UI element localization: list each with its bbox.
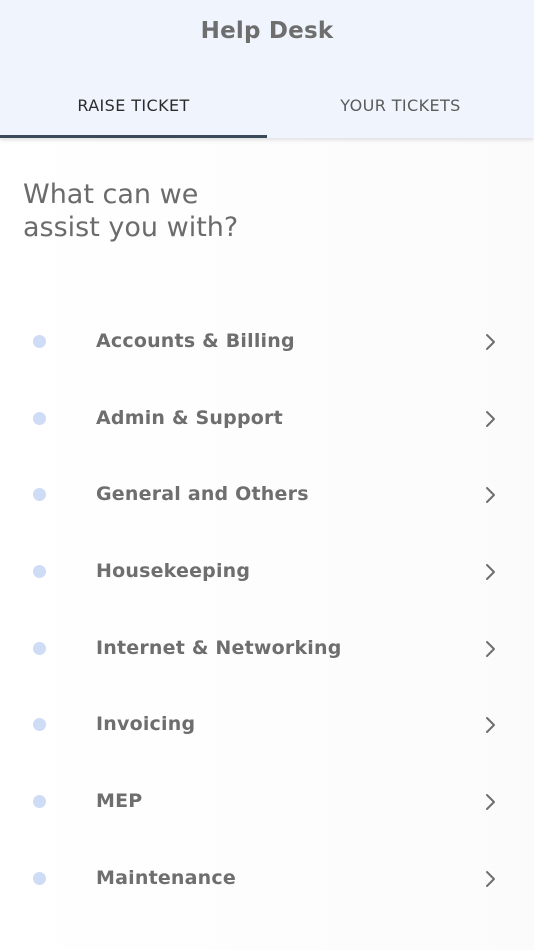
page-title: Help Desk	[200, 18, 334, 44]
bullet-dot-icon	[33, 411, 46, 425]
tab-label: RAISE TICKET	[77, 95, 190, 115]
chevron-right-icon	[486, 640, 495, 657]
bullet-dot-icon	[33, 565, 46, 579]
question-line-1: What can we	[23, 179, 199, 210]
category-item-maintenance[interactable]: Maintenance	[0, 841, 534, 918]
question-heading: What can we assist you with?	[23, 178, 238, 244]
active-tab-indicator	[0, 135, 267, 138]
category-label: Admin & Support	[96, 406, 283, 429]
category-item-accounts-billing[interactable]: Accounts & Billing	[0, 304, 534, 381]
category-label: General and Others	[96, 483, 309, 506]
category-item-mep[interactable]: MEP	[0, 764, 534, 841]
app-header: Help Desk RAISE TICKET YOUR TICKETS	[0, 0, 534, 138]
tab-label: YOUR TICKETS	[340, 95, 461, 115]
bullet-dot-icon	[33, 641, 46, 655]
chevron-right-icon	[486, 564, 495, 581]
question-line-2: assist you with?	[23, 212, 239, 243]
chevron-right-icon	[486, 717, 495, 734]
bullet-dot-icon	[33, 795, 46, 809]
category-item-internet-networking[interactable]: Internet & Networking	[0, 611, 534, 688]
tab-your-tickets[interactable]: YOUR TICKETS	[267, 72, 534, 138]
bullet-dot-icon	[33, 718, 46, 732]
chevron-right-icon	[486, 334, 495, 350]
bullet-dot-icon	[33, 488, 46, 502]
tab-raise-ticket[interactable]: RAISE TICKET	[0, 72, 267, 138]
category-item-invoicing[interactable]: Invoicing	[0, 687, 534, 764]
main-content: What can we assist you with? Accounts & …	[0, 138, 534, 950]
category-label: Maintenance	[96, 866, 236, 889]
category-item-admin-support[interactable]: Admin & Support	[0, 381, 534, 458]
chevron-right-icon	[486, 410, 495, 427]
category-label: Invoicing	[96, 713, 196, 736]
category-label: Accounts & Billing	[96, 330, 295, 352]
category-label: Internet & Networking	[96, 636, 342, 659]
category-list: Accounts & Billing Admin & Support Gener…	[0, 304, 534, 918]
chevron-right-icon	[486, 870, 495, 887]
category-label: Housekeeping	[96, 560, 251, 583]
bullet-dot-icon	[33, 335, 46, 348]
category-label: MEP	[96, 790, 143, 813]
chevron-right-icon	[486, 794, 495, 811]
bullet-dot-icon	[33, 871, 46, 885]
category-item-general-others[interactable]: General and Others	[0, 457, 534, 534]
tab-bar: RAISE TICKET YOUR TICKETS	[0, 72, 534, 138]
category-item-housekeeping[interactable]: Housekeeping	[0, 534, 534, 611]
chevron-right-icon	[486, 487, 495, 504]
